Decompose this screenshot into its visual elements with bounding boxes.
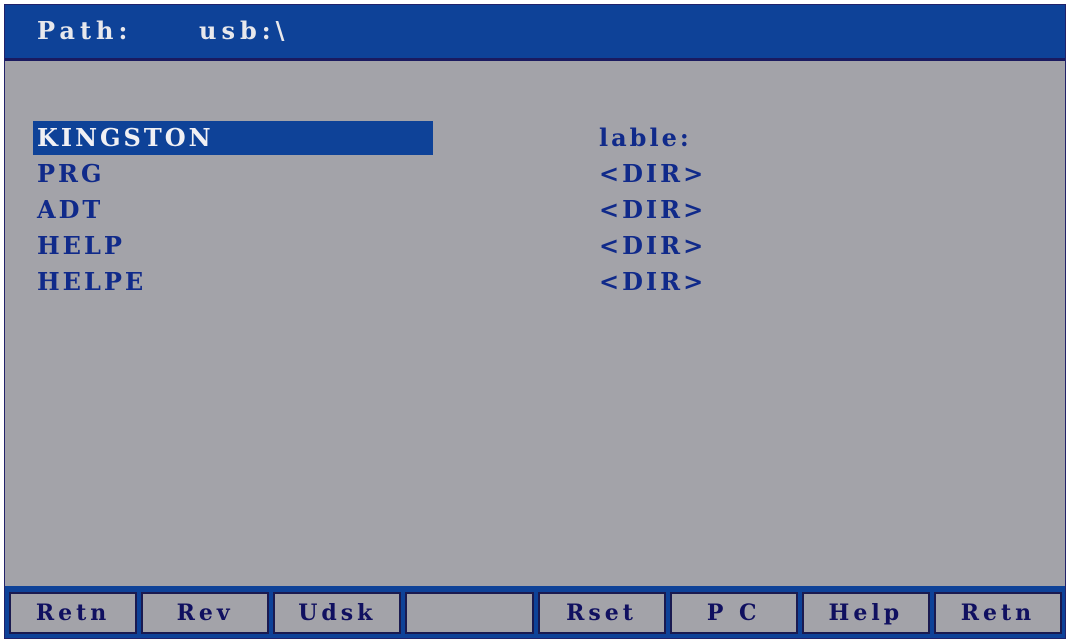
softkey-retn-left[interactable]: Retn	[9, 592, 138, 634]
file-attribute: lable:	[599, 123, 692, 152]
softkey-udsk[interactable]: Udsk	[273, 592, 402, 634]
file-row-kingston[interactable]: KINGSTON lable:	[33, 120, 1033, 156]
file-name: ADT	[37, 195, 104, 224]
path-header-bar: Path: usb:\	[5, 5, 1065, 61]
file-name: HELPE	[37, 267, 147, 296]
path-label: Path:	[37, 16, 133, 45]
file-row-prg[interactable]: PRG <DIR>	[33, 156, 1033, 192]
file-name: PRG	[37, 159, 105, 188]
softkey-rset[interactable]: Rset	[537, 592, 666, 634]
cnc-file-browser-screen: Path: usb:\ KINGSTON lable: PRG <DIR> AD…	[4, 4, 1066, 639]
file-attribute: <DIR>	[599, 231, 707, 260]
softkey-blank[interactable]	[405, 592, 534, 634]
softkey-rev[interactable]: Rev	[141, 592, 270, 634]
softkey-help[interactable]: Help	[801, 592, 930, 634]
file-row-adt[interactable]: ADT <DIR>	[33, 192, 1033, 228]
softkey-bar: Retn Rev Udsk Rset P C Help Retn	[5, 586, 1065, 638]
file-attribute: <DIR>	[599, 159, 707, 188]
path-value: usb:\	[199, 16, 290, 45]
file-row-helpe[interactable]: HELPE <DIR>	[33, 264, 1033, 300]
softkey-pc[interactable]: P C	[669, 592, 798, 634]
file-row-help[interactable]: HELP <DIR>	[33, 228, 1033, 264]
file-name: HELP	[37, 231, 125, 260]
file-attribute: <DIR>	[599, 195, 707, 224]
file-list: KINGSTON lable: PRG <DIR> ADT <DIR> HELP…	[33, 120, 1033, 300]
file-attribute: <DIR>	[599, 267, 707, 296]
softkey-retn-right[interactable]: Retn	[933, 592, 1062, 634]
file-name: KINGSTON	[33, 121, 433, 155]
